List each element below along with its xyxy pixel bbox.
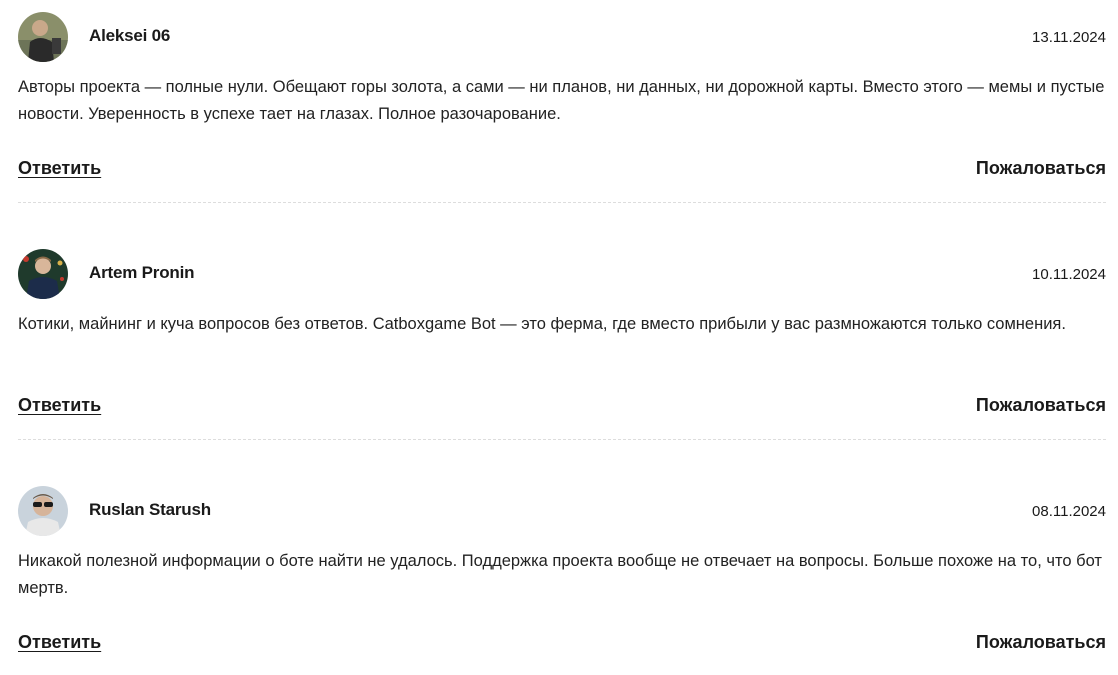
avatar xyxy=(18,249,68,299)
reply-link[interactable]: Ответить xyxy=(18,632,101,653)
comment-text: Авторы проекта — полные нули. Обещают го… xyxy=(18,78,1105,123)
comment-actions: Ответить Пожаловаться xyxy=(18,395,1106,423)
report-link[interactable]: Пожаловаться xyxy=(976,632,1106,653)
comment-item: Artem Pronin 10.11.2024 Котики, майнинг … xyxy=(18,249,1106,440)
report-link[interactable]: Пожаловаться xyxy=(976,158,1106,179)
divider xyxy=(18,202,1106,203)
avatar xyxy=(18,486,68,536)
comment-date: 08.11.2024 xyxy=(1032,503,1106,520)
author-name: Aleksei 06 xyxy=(89,26,171,45)
comment-actions: Ответить Пожаловаться xyxy=(18,158,1106,186)
comment-text: Никакой полезной информации о боте найти… xyxy=(18,552,1102,597)
author-name: Artem Pronin xyxy=(89,263,195,282)
comment-date: 10.11.2024 xyxy=(1032,266,1106,283)
comment-text: Котики, майнинг и куча вопросов без отве… xyxy=(18,315,1066,333)
comment-date: 13.11.2024 xyxy=(1032,29,1106,46)
reply-link[interactable]: Ответить xyxy=(18,158,101,179)
report-link[interactable]: Пожаловаться xyxy=(976,395,1106,416)
divider xyxy=(18,439,1106,440)
avatar xyxy=(18,12,68,62)
author-name: Ruslan Starush xyxy=(89,500,211,519)
comments-list: Aleksei 06 13.11.2024 Авторы проекта — п… xyxy=(0,0,1118,675)
reply-link[interactable]: Ответить xyxy=(18,395,101,416)
comment-actions: Ответить Пожаловаться xyxy=(18,632,1106,660)
comment-item: Aleksei 06 13.11.2024 Авторы проекта — п… xyxy=(18,12,1106,203)
comment-header: Aleksei 06 13.11.2024 xyxy=(18,12,1106,62)
comment-header: Ruslan Starush 08.11.2024 xyxy=(18,486,1106,536)
comment-header: Artem Pronin 10.11.2024 xyxy=(18,249,1106,299)
comment-item: Ruslan Starush 08.11.2024 Никакой полезн… xyxy=(18,486,1106,652)
